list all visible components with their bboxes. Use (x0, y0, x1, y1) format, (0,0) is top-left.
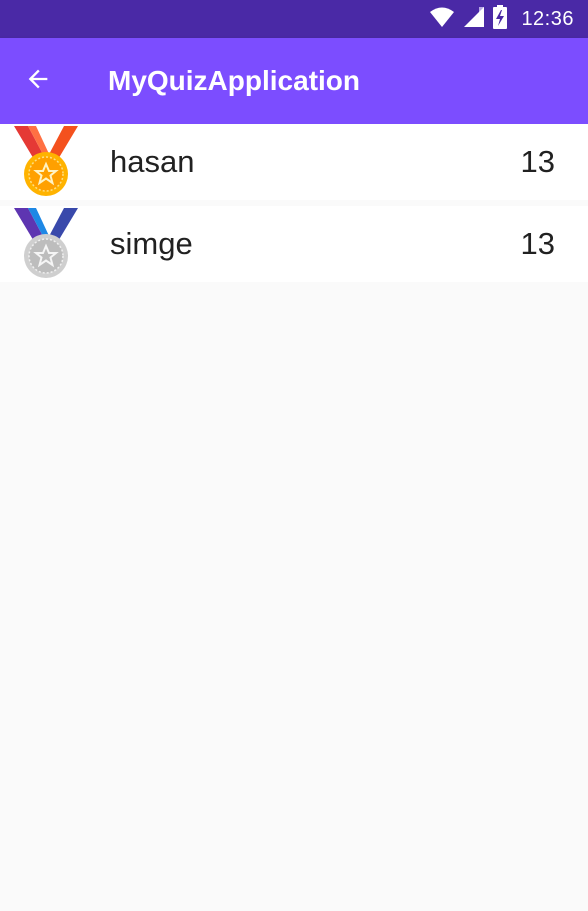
leaderboard-row[interactable]: hasan 13 (0, 124, 588, 200)
leaderboard-list: hasan 13 simge 13 (0, 124, 588, 288)
status-icons: 12:36 (429, 0, 574, 38)
gold-medal-icon (12, 126, 80, 198)
status-bar: 12:36 (0, 0, 588, 38)
status-time: 12:36 (521, 7, 574, 30)
player-score: 13 (520, 144, 555, 179)
leaderboard-row[interactable]: simge 13 (0, 206, 588, 282)
silver-medal-icon (12, 208, 80, 280)
player-name: simge (110, 226, 193, 261)
wifi-icon (429, 6, 455, 33)
cell-signal-icon (463, 6, 485, 33)
back-button[interactable] (16, 59, 60, 103)
app-title: MyQuizApplication (108, 65, 360, 96)
arrow-back-icon (24, 65, 52, 98)
app-bar: MyQuizApplication (0, 38, 588, 124)
player-name: hasan (110, 144, 195, 179)
player-score: 13 (520, 226, 555, 261)
battery-charging-icon (493, 4, 508, 34)
